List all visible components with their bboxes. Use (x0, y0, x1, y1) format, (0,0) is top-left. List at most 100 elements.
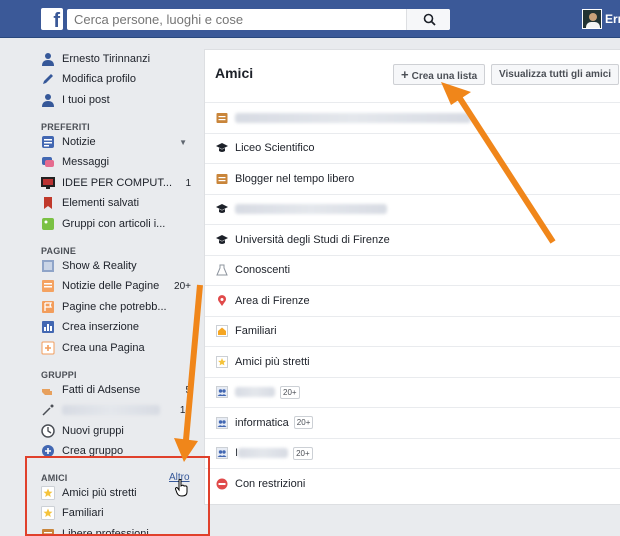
friend-list-row[interactable]: Area di Firenze (205, 285, 620, 315)
view-all-friends-button[interactable]: Visualizza tutti gli amici (491, 64, 620, 85)
friend-list-row[interactable]: Blogger nel tempo libero (205, 163, 620, 193)
list-icon (216, 112, 228, 124)
chart-icon (41, 320, 55, 334)
notification-count: 18 (179, 404, 191, 416)
graduation-cap-icon (216, 142, 228, 154)
sidebar-item-label: Crea una Pagina (62, 342, 145, 354)
friend-list-row[interactable]: Liceo Scientifico (205, 132, 620, 163)
person-icon (41, 52, 55, 66)
chevron-down-icon[interactable]: ▼ (179, 138, 187, 147)
sidebar-item-your-posts[interactable]: I tuoi post (41, 91, 191, 109)
sidebar-item-label: Fatti di Adsense (62, 384, 141, 396)
plus-icon: + (401, 67, 409, 82)
section-header-preferiti: PREFERITI (41, 122, 90, 132)
member-count-badge: 20+ (293, 446, 313, 460)
plus-flag-icon (41, 341, 55, 355)
magic-icon (41, 403, 55, 417)
sidebar-item-blurred-group[interactable]: 18 (41, 401, 191, 419)
restricted-icon (216, 478, 228, 490)
top-navigation-bar: f Ern (0, 0, 620, 38)
page-icon (41, 259, 55, 273)
friend-list-row[interactable]: Università degli Studi di Firenze (205, 224, 620, 254)
graduation-cap-icon (216, 203, 228, 215)
sidebar-item-label: Nuovi gruppi (62, 425, 124, 437)
member-count-badge: 20+ (280, 385, 300, 399)
create-list-label: Crea una lista (411, 71, 478, 82)
sidebar-item-label: Elementi salvati (62, 197, 140, 209)
search-button[interactable] (406, 9, 450, 30)
friend-list-label: Area di Firenze (235, 294, 310, 307)
sidebar-item-label: Pagine che potrebb... (62, 301, 167, 313)
friend-list-row[interactable]: Amici più stretti (205, 346, 620, 376)
sidebar-item-edit-profile[interactable]: Modifica profilo (41, 70, 191, 88)
sidebar-item-label: Notizie (62, 136, 96, 148)
friend-list-row[interactable]: 20+ (205, 376, 620, 407)
friend-list-row[interactable]: Con restrizioni (205, 468, 620, 498)
people-icon (216, 416, 228, 429)
friend-list-row[interactable]: Conoscenti (205, 254, 620, 285)
group-tag-icon (41, 217, 55, 231)
notification-count: 20+ (174, 280, 191, 292)
sidebar-item-page-news[interactable]: Notizie delle Pagine 20+ (41, 277, 191, 295)
blurred-list-name (235, 204, 387, 214)
search-input[interactable] (74, 12, 404, 27)
sidebar-item-messages[interactable]: Messaggi (41, 153, 191, 171)
sidebar-item-saved[interactable]: Elementi salvati (41, 194, 191, 212)
create-list-button[interactable]: + Crea una lista (393, 64, 486, 85)
friend-list-label: Blogger nel tempo libero (235, 172, 355, 185)
sidebar-item-idee[interactable]: IDEE PER COMPUT... 1 (41, 174, 191, 192)
sidebar-item-show-reality[interactable]: Show & Reality (41, 257, 191, 275)
sidebar-item-profile[interactable]: Ernesto Tirinnanzi (41, 50, 191, 68)
hand-cursor-icon (175, 479, 188, 497)
news-feed-icon (41, 135, 55, 149)
monitor-icon (41, 176, 55, 190)
friend-list-label: Università degli Studi di Firenze (235, 233, 390, 246)
people-icon (216, 386, 228, 398)
sidebar-item-label: Notizie delle Pagine (62, 280, 160, 292)
people-icon (216, 447, 228, 459)
friend-list-label: Liceo Scientifico (235, 142, 315, 154)
page-title: Amici (215, 65, 254, 81)
sidebar-item-new-groups[interactable]: Nuovi gruppi (41, 422, 191, 440)
sidebar-item-label: Ernesto Tirinnanzi (62, 53, 151, 65)
friend-list-row[interactable] (205, 193, 620, 224)
sidebar-item-create-ad[interactable]: Crea inserzione (41, 318, 191, 336)
search-box (67, 9, 450, 30)
friend-list-label: Familiari (235, 325, 277, 337)
bookmark-icon (41, 196, 55, 210)
list-icon (216, 173, 228, 185)
house-icon (216, 325, 228, 337)
section-header-gruppi: GRUPPI (41, 370, 77, 380)
sidebar-item-adsense-group[interactable]: Fatti di Adsense 5 (41, 381, 191, 399)
friend-list-label: Con restrizioni (235, 477, 306, 490)
sidebar-item-label: Crea inserzione (62, 321, 140, 333)
graduation-cap-icon (216, 234, 228, 246)
pencil-icon (41, 72, 55, 86)
sidebar-item-news-feed[interactable]: Notizie ▼ (41, 133, 191, 151)
sidebar-item-label: Gruppi con articoli i... (62, 218, 166, 230)
user-name-link[interactable]: Ern (605, 12, 620, 26)
friend-list-label: informatica (235, 416, 289, 429)
flask-icon (216, 264, 228, 276)
friend-lists-card: Amici + Crea una lista Visualizza tutti g… (204, 49, 620, 505)
friend-list-row[interactable]: Familiari (205, 315, 620, 346)
sidebar-item-create-page[interactable]: Crea una Pagina (41, 339, 191, 357)
sidebar-item-label: I tuoi post (62, 94, 110, 106)
blurred-list-name (238, 448, 289, 458)
sidebar-item-groups-articles[interactable]: Gruppi con articoli i... (41, 215, 191, 233)
sidebar-item-suggested-pages[interactable]: Pagine che potrebb... (41, 298, 191, 316)
sidebar-item-label: Messaggi (62, 156, 110, 168)
page-news-icon (41, 279, 55, 293)
clock-icon (41, 424, 55, 438)
sidebar-item-label: Show & Reality (62, 260, 137, 272)
location-pin-icon (216, 294, 228, 307)
member-count-badge: 20+ (293, 416, 314, 429)
avatar[interactable] (582, 9, 602, 29)
friend-list-row[interactable]: I 20+ (205, 437, 620, 468)
sidebar-item-label: Modifica profilo (62, 73, 136, 85)
blurred-group-name (62, 405, 160, 415)
section-header-pagine: PAGINE (41, 246, 77, 256)
friend-list-row[interactable] (205, 102, 620, 132)
facebook-logo-icon[interactable]: f (41, 8, 63, 30)
friend-list-row[interactable]: informatica 20+ (205, 407, 620, 437)
